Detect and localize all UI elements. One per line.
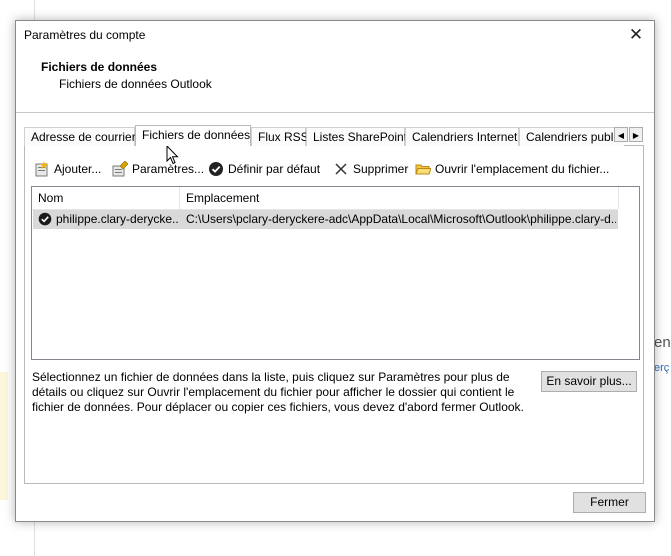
tab-scroll-right-icon[interactable]: ▶ bbox=[629, 127, 643, 142]
add-data-file-icon bbox=[34, 161, 50, 177]
tab-strip: Adresse de courrier Fichiers de données … bbox=[24, 125, 624, 146]
tab-scroll-left-icon[interactable]: ◀ bbox=[614, 127, 628, 142]
tab-email[interactable]: Adresse de courrier bbox=[24, 127, 136, 146]
default-checkmark-icon bbox=[38, 212, 52, 226]
account-settings-dialog: Paramètres du compte ✕ Fichiers de donné… bbox=[15, 20, 655, 522]
background-link-fragment[interactable]: erç bbox=[654, 362, 669, 374]
open-location-label: Ouvrir l'emplacement du fichier... bbox=[435, 162, 610, 176]
list-header: Nom Emplacement bbox=[32, 187, 619, 210]
add-button-label: Ajouter... bbox=[54, 162, 102, 176]
section-subtitle: Fichiers de données Outlook bbox=[59, 77, 212, 91]
section-title: Fichiers de données bbox=[41, 60, 158, 74]
mouse-cursor-icon bbox=[166, 145, 179, 165]
column-header-name[interactable]: Nom bbox=[32, 187, 179, 209]
background-text-fragment: en bbox=[654, 334, 671, 351]
settings-file-icon bbox=[112, 160, 129, 177]
close-dialog-button[interactable]: Fermer bbox=[573, 492, 646, 513]
tab-sharepoint-lists[interactable]: Listes SharePoint bbox=[306, 127, 407, 146]
tab-published-calendars[interactable]: Calendriers publi bbox=[519, 127, 624, 146]
set-default-button[interactable]: Définir par défaut bbox=[208, 161, 320, 177]
remove-button[interactable]: Supprimer bbox=[333, 161, 408, 177]
close-icon[interactable]: ✕ bbox=[624, 25, 648, 47]
tab-rss-feeds[interactable]: Flux RSS bbox=[251, 127, 309, 146]
background-highlight-strip bbox=[0, 372, 8, 500]
tab-data-files[interactable]: Fichiers de données bbox=[135, 125, 251, 146]
data-files-list[interactable]: Nom Emplacement philippe.clary-derycke..… bbox=[31, 186, 640, 360]
learn-more-button[interactable]: En savoir plus... bbox=[541, 371, 637, 392]
remove-button-label: Supprimer bbox=[353, 162, 409, 176]
header-divider bbox=[16, 112, 654, 113]
set-default-label: Définir par défaut bbox=[228, 162, 321, 176]
folder-icon bbox=[415, 161, 432, 177]
column-divider[interactable] bbox=[618, 187, 619, 209]
row-location-cell: C:\Users\pclary-deryckere-adc\AppData\Lo… bbox=[186, 212, 616, 226]
help-description: Sélectionnez un fichier de données dans … bbox=[32, 370, 524, 414]
add-button[interactable]: Ajouter... bbox=[34, 161, 101, 177]
dialog-title: Paramètres du compte bbox=[24, 28, 146, 42]
row-name-cell: philippe.clary-derycke... bbox=[56, 212, 178, 226]
open-file-location-button[interactable]: Ouvrir l'emplacement du fichier... bbox=[415, 161, 609, 177]
column-header-location[interactable]: Emplacement bbox=[180, 187, 618, 209]
checkmark-icon bbox=[208, 161, 224, 177]
delete-x-icon bbox=[333, 161, 349, 177]
settings-button[interactable]: Paramètres... bbox=[112, 160, 204, 177]
table-row[interactable]: philippe.clary-derycke... C:\Users\pclar… bbox=[33, 210, 618, 229]
tab-internet-calendars[interactable]: Calendriers Internet bbox=[405, 127, 519, 146]
